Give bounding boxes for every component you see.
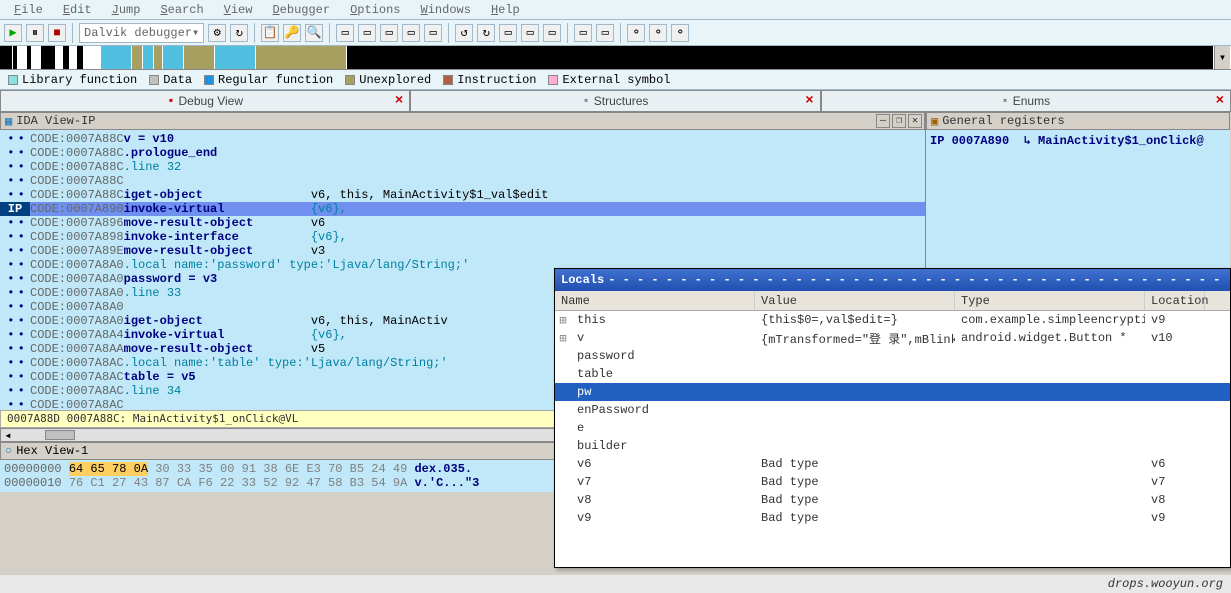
legend-bar: Library function Data Regular function Unex…: [0, 70, 1231, 90]
col-name[interactable]: Name: [555, 291, 755, 310]
locals-row[interactable]: builder: [555, 437, 1230, 455]
tb-icon[interactable]: ▭: [402, 24, 420, 42]
legend-item: External symbol: [548, 73, 670, 87]
hex-icon: ○: [5, 444, 12, 458]
reg-icon: ▣: [931, 114, 938, 129]
footer: drops.wooyun.org: [0, 575, 1231, 593]
tb-icon[interactable]: 📋: [261, 24, 279, 42]
locals-header: Name Value Type Location: [555, 291, 1230, 311]
tb-icon[interactable]: ⚬: [627, 24, 645, 42]
col-type[interactable]: Type: [955, 291, 1145, 310]
locals-row[interactable]: ⊞this{this$0=,val$edit=}com.example.simp…: [555, 311, 1230, 329]
menu-debugger[interactable]: Debugger: [262, 1, 340, 19]
disasm-line[interactable]: • •CODE:0007A88C .prologue_end: [0, 146, 925, 160]
close-icon[interactable]: ×: [395, 93, 403, 109]
disasm-line[interactable]: • •CODE:0007A88C: [0, 174, 925, 188]
legend-item: Data: [149, 73, 192, 87]
locals-row[interactable]: ⊞v{mTransformed="登 录",mBlink…android.wid…: [555, 329, 1230, 347]
legend-item: Regular function: [204, 73, 333, 87]
disasm-line[interactable]: • •CODE:0007A896 move-result-object v6: [0, 216, 925, 230]
locals-row[interactable]: password: [555, 347, 1230, 365]
tab-enums[interactable]: ▪Enums×: [821, 90, 1231, 111]
locals-row[interactable]: v7Bad typev7: [555, 473, 1230, 491]
tb-icon[interactable]: ▭: [596, 24, 614, 42]
disasm-line[interactable]: • •CODE:0007A88C .line 32: [0, 160, 925, 174]
locals-body[interactable]: ⊞this{this$0=,val$edit=}com.example.simp…: [555, 311, 1230, 567]
tb-icon[interactable]: ▭: [521, 24, 539, 42]
col-value[interactable]: Value: [755, 291, 955, 310]
minimize-icon[interactable]: —: [876, 114, 890, 128]
hex-view-title: Hex View-1: [16, 444, 88, 458]
menu-edit[interactable]: Edit: [53, 1, 102, 19]
legend-item: Instruction: [443, 73, 536, 87]
tb-icon[interactable]: ↺: [455, 24, 473, 42]
pause-button[interactable]: ⏸: [26, 24, 44, 42]
tb-icon[interactable]: ⚙: [208, 24, 226, 42]
tb-icon[interactable]: ▭: [336, 24, 354, 42]
tb-icon[interactable]: ▭: [574, 24, 592, 42]
ip-register-line: IP 0007A890 ↳ MainActivity$1_onClick@: [930, 134, 1204, 148]
locals-row[interactable]: enPassword: [555, 401, 1230, 419]
menu-bar: FileEditJumpSearchViewDebuggerOptionsWin…: [0, 0, 1231, 20]
tb-icon[interactable]: ▭: [358, 24, 376, 42]
ida-view-header: ▦ IDA View-IP — ❐ ✕: [0, 112, 925, 130]
locals-row[interactable]: v8Bad typev8: [555, 491, 1230, 509]
close-icon[interactable]: ×: [1216, 93, 1224, 109]
locals-titlebar[interactable]: Locals - - - - - - - - - - - - - - - - -…: [555, 269, 1230, 291]
menu-view[interactable]: View: [214, 1, 263, 19]
menu-help[interactable]: Help: [481, 1, 530, 19]
locals-row[interactable]: v6Bad typev6: [555, 455, 1230, 473]
locals-window[interactable]: Locals - - - - - - - - - - - - - - - - -…: [554, 268, 1231, 568]
title-dashes: - - - - - - - - - - - - - - - - - - - - …: [608, 269, 1224, 291]
menu-file[interactable]: File: [4, 1, 53, 19]
tb-icon[interactable]: ▭: [543, 24, 561, 42]
locals-title-text: Locals: [561, 269, 604, 291]
debugger-combo[interactable]: Dalvik debugger▾: [79, 23, 204, 43]
menu-windows[interactable]: Windows: [411, 1, 481, 19]
tb-icon[interactable]: ↻: [230, 24, 248, 42]
ida-view-title: IDA View-IP: [16, 114, 95, 128]
tab-debug-view[interactable]: ▪Debug View×: [0, 90, 410, 111]
tab-structures[interactable]: ▪Structures×: [410, 90, 820, 111]
tb-icon[interactable]: 🔑: [283, 24, 301, 42]
tb-icon[interactable]: ⚬: [649, 24, 667, 42]
disasm-line[interactable]: • •CODE:0007A898 invoke-interface {v6},: [0, 230, 925, 244]
legend-item: Library function: [8, 73, 137, 87]
menu-search[interactable]: Search: [150, 1, 213, 19]
disasm-line[interactable]: • •CODE:0007A89E move-result-object v3: [0, 244, 925, 258]
registers-header: ▣ General registers: [926, 112, 1230, 130]
locals-row[interactable]: pw: [555, 383, 1230, 401]
tab-bar: ▪Debug View×▪Structures×▪Enums×: [0, 90, 1231, 112]
close-icon[interactable]: ✕: [908, 114, 922, 128]
registers-title: General registers: [942, 114, 1064, 128]
col-location[interactable]: Location: [1145, 291, 1205, 310]
close-icon[interactable]: ×: [805, 93, 813, 109]
toolbar: ▶ ⏸ ■ Dalvik debugger▾ ⚙ ↻ 📋 🔑 🔍 ▭ ▭ ▭ ▭…: [0, 20, 1231, 46]
disasm-line[interactable]: IPCODE:0007A890 invoke-virtual {v6},: [0, 202, 925, 216]
disasm-line[interactable]: • •CODE:0007A88C v = v10: [0, 132, 925, 146]
view-icon: ▦: [5, 114, 12, 129]
menu-options[interactable]: Options: [340, 1, 410, 19]
expand-icon[interactable]: ⊞: [555, 331, 571, 346]
locals-row[interactable]: e: [555, 419, 1230, 437]
tb-icon[interactable]: 🔍: [305, 24, 323, 42]
legend-item: Unexplored: [345, 73, 431, 87]
tb-icon[interactable]: ↻: [477, 24, 495, 42]
footer-text: drops.wooyun.org: [1108, 577, 1223, 591]
tb-icon[interactable]: ▭: [424, 24, 442, 42]
locals-row[interactable]: v9Bad typev9: [555, 509, 1230, 527]
tb-icon[interactable]: ▭: [499, 24, 517, 42]
locals-row[interactable]: table: [555, 365, 1230, 383]
navigation-strip[interactable]: ▾: [0, 46, 1231, 70]
expand-icon[interactable]: ⊞: [555, 313, 571, 328]
tb-icon[interactable]: ▭: [380, 24, 398, 42]
stop-button[interactable]: ■: [48, 24, 66, 42]
restore-icon[interactable]: ❐: [892, 114, 906, 128]
disasm-line[interactable]: • •CODE:0007A88C iget-object v6, this, M…: [0, 188, 925, 202]
menu-jump[interactable]: Jump: [102, 1, 151, 19]
tb-icon[interactable]: ⚬: [671, 24, 689, 42]
run-button[interactable]: ▶: [4, 24, 22, 42]
